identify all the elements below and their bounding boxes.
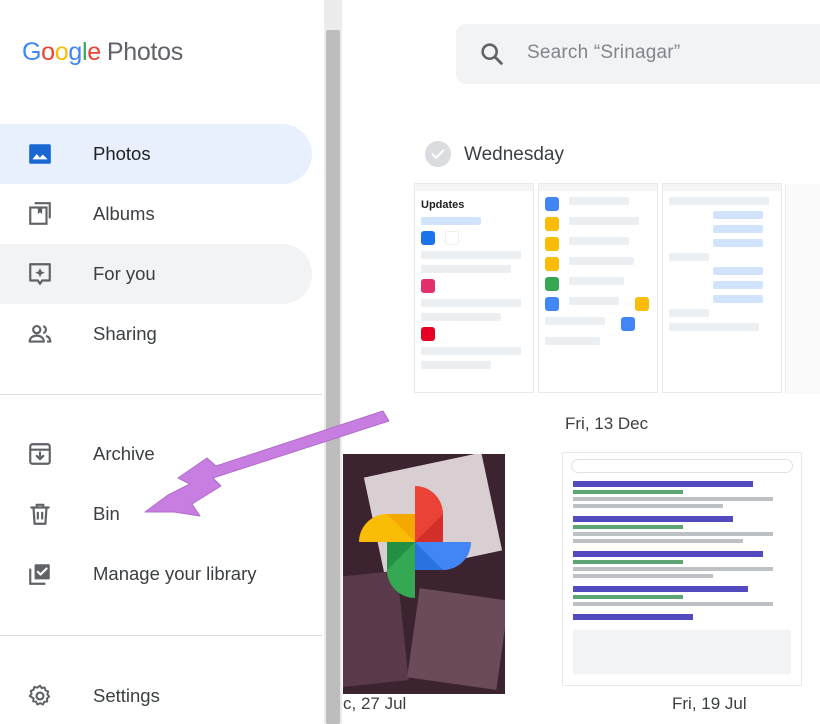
- photo-thumbnail[interactable]: [662, 183, 782, 393]
- date-heading-fri-13-dec: Fri, 13 Dec: [565, 414, 649, 433]
- sidebar-item-label: For you: [93, 263, 156, 284]
- navigation-drawer: Google Photos Photos Albums For you Shar…: [0, 0, 324, 724]
- photo-thumbnail-partial[interactable]: [785, 184, 820, 394]
- people-icon: [28, 325, 52, 343]
- search-input[interactable]: Search “Srinagar”: [527, 42, 680, 64]
- sidebar-item-for-you[interactable]: For you: [0, 244, 312, 304]
- sidebar-item-bin[interactable]: Bin: [0, 484, 312, 544]
- sidebar-item-label: Photos: [93, 143, 151, 164]
- sidebar-item-label: Manage your library: [93, 563, 257, 584]
- sidebar-item-label: Albums: [93, 203, 155, 224]
- sidebar-item-archive[interactable]: Archive: [0, 424, 312, 484]
- trash-icon: [30, 503, 50, 525]
- photo-thumbnail[interactable]: [538, 183, 658, 393]
- photo-thumbnail[interactable]: [562, 452, 802, 686]
- date-heading-27-jul: c, 27 Jul: [343, 694, 407, 713]
- google-photos-logo[interactable]: Google Photos: [22, 38, 183, 67]
- date-heading-wednesday: Wednesday: [464, 144, 564, 165]
- sidebar-item-photos[interactable]: Photos: [0, 124, 312, 184]
- scrollbar-thumb[interactable]: [326, 30, 340, 724]
- thumbnail-text: Updates: [421, 199, 465, 211]
- divider: [0, 394, 322, 395]
- sidebar-item-sharing[interactable]: Sharing: [0, 304, 312, 364]
- gear-icon: [28, 684, 51, 706]
- sidebar-item-label: Bin: [93, 503, 120, 524]
- sidebar-item-manage-library[interactable]: Manage your library: [0, 544, 312, 604]
- check-icon: [431, 149, 445, 159]
- manage-library-icon: [29, 564, 50, 585]
- search-icon[interactable]: [478, 40, 506, 68]
- sidebar-item-label: Settings: [93, 685, 160, 706]
- drawer-scrollbar[interactable]: [324, 0, 342, 724]
- sidebar-item-albums[interactable]: Albums: [0, 184, 312, 244]
- albums-icon: [29, 202, 51, 225]
- photo-icon: [29, 144, 51, 164]
- google-photos-pinwheel-icon: [359, 486, 471, 598]
- sidebar-item-label: Sharing: [93, 323, 157, 344]
- divider: [0, 635, 322, 636]
- sidebar-item-settings[interactable]: Settings: [0, 666, 312, 724]
- sidebar-item-label: Archive: [93, 443, 155, 464]
- select-day-checkbox[interactable]: [425, 141, 451, 167]
- date-heading-fri-19-jul: Fri, 19 Jul: [672, 694, 747, 713]
- for-you-icon: [29, 263, 51, 285]
- photo-thumbnail[interactable]: Updates: [414, 183, 534, 393]
- archive-icon: [29, 443, 51, 465]
